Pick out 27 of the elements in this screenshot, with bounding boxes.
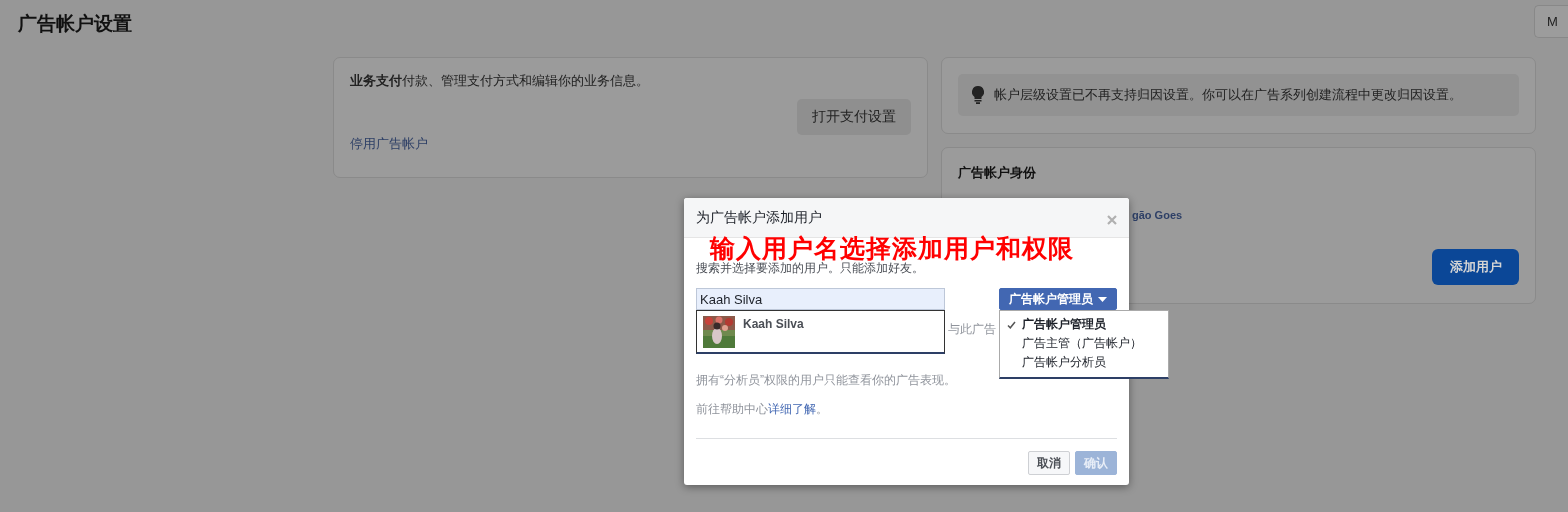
open-payment-settings-button[interactable]: 打开支付设置 xyxy=(797,99,911,135)
role-option[interactable]: 广告主管（广告帐户） xyxy=(1000,334,1168,353)
dialog-title: 为广告帐户添加用户 xyxy=(696,208,822,227)
close-icon[interactable] xyxy=(1107,214,1117,225)
analyst-note: 拥有“分析员”权限的用户只能查看你的广告表现。 xyxy=(696,372,957,389)
role-dropdown[interactable]: 广告帐户管理员 xyxy=(999,288,1117,310)
payment-description: 业务支付付款、管理支付方式和编辑你的业务信息。 xyxy=(350,72,650,90)
role-option[interactable]: 广告帐户分析员 xyxy=(1000,353,1168,372)
caret-icon xyxy=(1098,296,1107,302)
add-user-button[interactable]: 添加用户 xyxy=(1432,249,1519,285)
cancel-button[interactable]: 取消 xyxy=(1028,451,1070,475)
lightbulb-icon xyxy=(972,86,984,104)
permission-text: 与此广告 xyxy=(948,322,996,336)
page-title: 广告帐户设置 xyxy=(18,12,132,36)
learn-more-link[interactable]: 详细了解 xyxy=(768,402,816,416)
instruction-text: 搜索并选择要添加的用户。只能添加好友。 xyxy=(696,261,925,277)
help-text: 前往帮助中心详细了解。 xyxy=(696,401,829,418)
check-icon xyxy=(1007,320,1016,329)
role-option[interactable]: 广告帐户管理员 xyxy=(1000,315,1168,334)
annotation-text: 输入用户名选择添加用户和权限 xyxy=(710,233,1074,262)
user-name: gão Goes xyxy=(1132,209,1184,221)
menu-button[interactable]: M xyxy=(1534,5,1568,38)
deactivate-account-link[interactable]: 停用广告帐户 xyxy=(350,135,911,153)
suggestion-item[interactable]: Kaah Silva xyxy=(697,311,944,353)
identity-title: 广告帐户身份 xyxy=(958,164,1037,182)
user-search-field[interactable]: Kaah Silva xyxy=(696,288,945,310)
notice-text: 帐户层级设置已不再支持归因设置。你可以在广告系列创建流程中更改归因设置。 xyxy=(994,86,1462,104)
